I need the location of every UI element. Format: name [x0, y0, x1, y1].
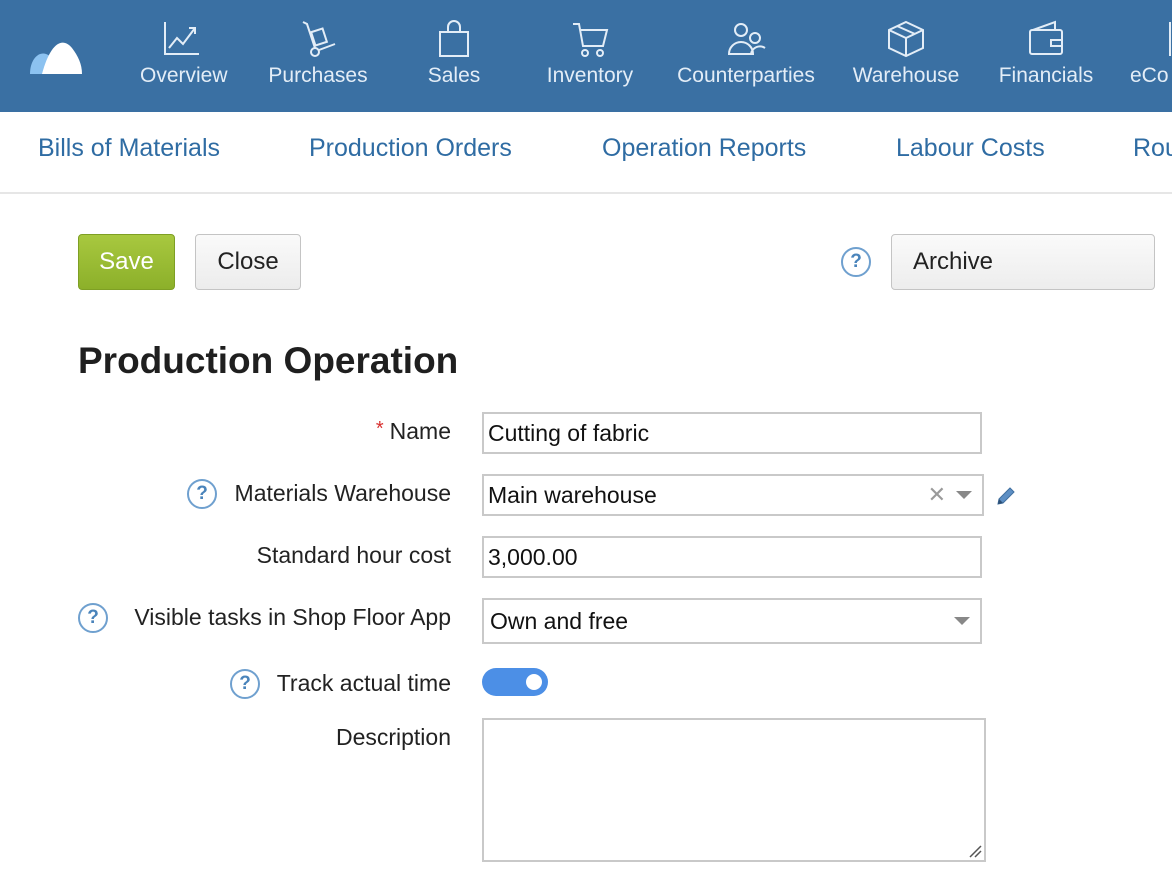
chevron-down-icon[interactable] [956, 491, 972, 499]
nav-purchases[interactable]: Purchases [266, 18, 370, 98]
nav-counterparties-label: Counterparties [677, 64, 815, 87]
ecommerce-icon [1169, 22, 1171, 56]
nav-ecommerce-label: eCo [1130, 64, 1169, 87]
hand-truck-icon [302, 21, 336, 57]
materials-warehouse-select[interactable]: Main warehouse ✕ [482, 474, 984, 516]
required-mark: * [375, 418, 384, 440]
materials-warehouse-label: Materials Warehouse [234, 480, 451, 506]
help-icon[interactable]: ? [841, 247, 871, 277]
nav-purchases-label: Purchases [268, 64, 368, 87]
track-time-help-icon[interactable]: ? [230, 669, 260, 699]
nav-financials-label: Financials [998, 64, 1094, 87]
nav-warehouse[interactable]: Warehouse [850, 18, 962, 98]
people-icon [727, 23, 766, 55]
edit-pencil-icon[interactable] [994, 484, 1018, 508]
box-icon [888, 20, 924, 58]
visible-tasks-help-icon[interactable]: ? [78, 603, 108, 633]
nav-inventory[interactable]: Inventory [544, 18, 636, 98]
track-time-label: Track actual time [276, 670, 451, 696]
chevron-down-icon[interactable] [954, 617, 970, 625]
materials-warehouse-help-icon[interactable]: ? [187, 479, 217, 509]
visible-tasks-value: Own and free [490, 607, 629, 634]
nav-financials[interactable]: Financials [996, 18, 1096, 98]
visible-tasks-select[interactable]: Own and free [482, 598, 982, 644]
materials-warehouse-value: Main warehouse [488, 481, 657, 508]
subnav-bills-of-materials[interactable]: Bills of Materials [38, 134, 220, 163]
nav-ecommerce[interactable]: eCo [1130, 18, 1172, 98]
sub-navigation: Bills of Materials Production Orders Ope… [0, 112, 1172, 194]
standard-hour-cost-value: 3,000.00 [488, 543, 578, 570]
subnav-production-orders[interactable]: Production Orders [309, 134, 512, 163]
nav-counterparties[interactable]: Counterparties [674, 18, 818, 98]
close-button[interactable]: Close [195, 234, 301, 290]
name-input-value: Cutting of fabric [488, 419, 650, 446]
page-title: Production Operation [78, 340, 459, 381]
description-textarea[interactable] [482, 718, 986, 862]
save-button[interactable]: Save [78, 234, 175, 290]
app-logo-icon[interactable] [28, 34, 84, 74]
nav-overview[interactable]: Overview [140, 18, 228, 98]
standard-hour-cost-input[interactable]: 3,000.00 [482, 536, 982, 578]
track-time-toggle[interactable] [482, 668, 548, 696]
visible-tasks-label: Visible tasks in Shop Floor App [134, 604, 451, 630]
nav-overview-label: Overview [140, 64, 228, 87]
top-navigation: Overview Purchases Sales Inventory Count… [0, 0, 1172, 112]
standard-hour-cost-label: Standard hour cost [256, 542, 451, 568]
subnav-labour-costs[interactable]: Labour Costs [896, 134, 1045, 163]
shopping-bag-icon [439, 20, 469, 57]
name-label: * Name [376, 418, 451, 445]
name-input[interactable]: Cutting of fabric [482, 412, 982, 454]
shopping-cart-icon [573, 23, 609, 57]
name-label-text: Name [389, 418, 451, 444]
toggle-knob [526, 674, 542, 690]
wallet-icon [1029, 20, 1063, 55]
resize-handle-icon[interactable] [968, 844, 982, 858]
chart-line-icon [164, 22, 199, 55]
subnav-routings[interactable]: Rou [1133, 134, 1172, 163]
nav-sales[interactable]: Sales [422, 18, 486, 98]
archive-button[interactable]: Archive [891, 234, 1155, 290]
subnav-operation-reports[interactable]: Operation Reports [602, 134, 806, 163]
nav-warehouse-label: Warehouse [852, 64, 960, 87]
nav-inventory-label: Inventory [546, 64, 634, 87]
clear-icon[interactable]: ✕ [928, 482, 946, 508]
nav-sales-label: Sales [427, 64, 481, 87]
description-label: Description [335, 724, 451, 750]
